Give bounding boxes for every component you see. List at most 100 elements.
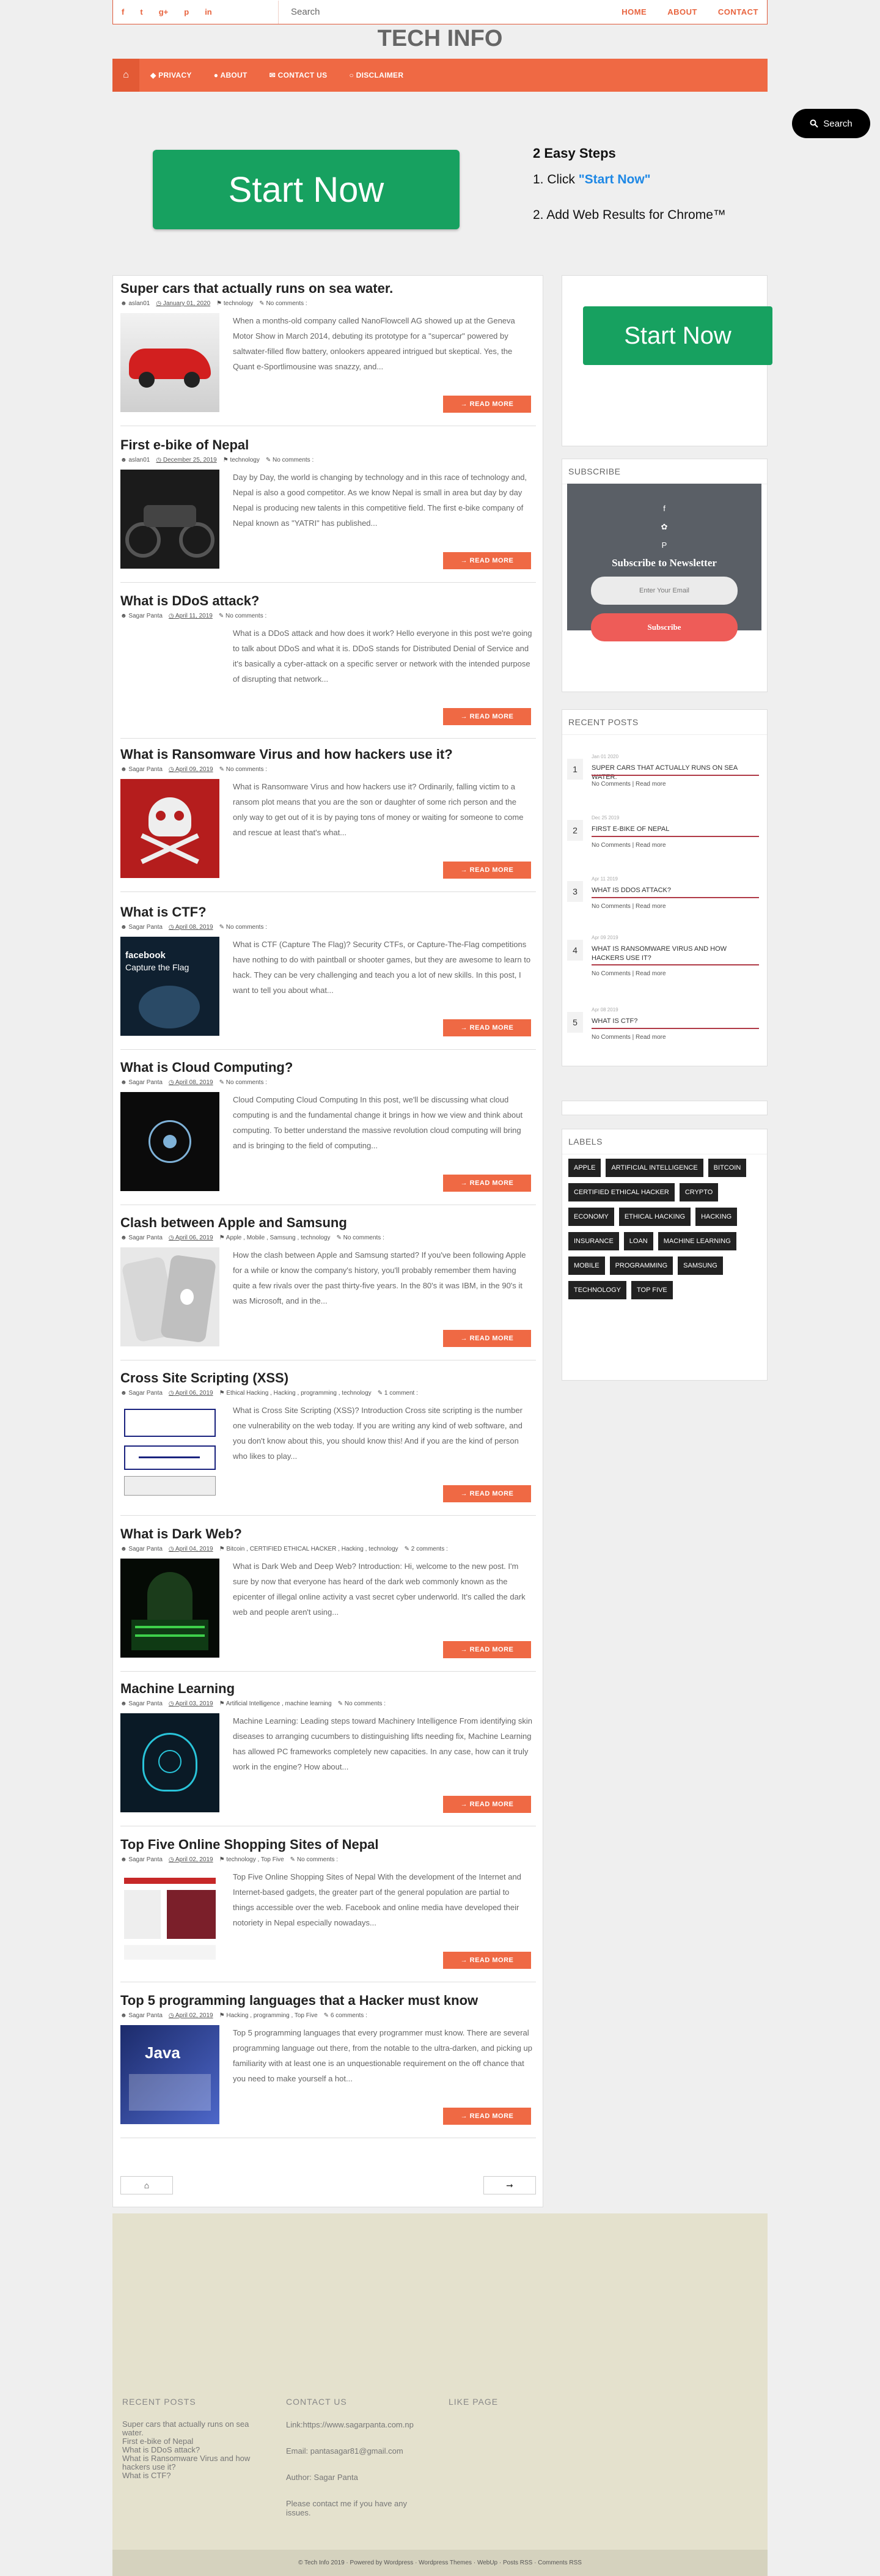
post-author[interactable]: ☻ Sagar Panta bbox=[120, 1700, 163, 1707]
post-thumbnail[interactable] bbox=[120, 779, 219, 878]
read-more-button[interactable]: → READ MORE bbox=[443, 1485, 531, 1502]
footer-contact-line[interactable]: Link:https://www.sagarpanta.com.np bbox=[286, 2420, 433, 2429]
post-tags[interactable]: ⚑ technology bbox=[223, 457, 260, 463]
post-thumbnail[interactable] bbox=[120, 470, 219, 569]
label-tag[interactable]: SAMSUNG bbox=[678, 1257, 723, 1275]
post-title[interactable]: What is Ransomware Virus and how hackers… bbox=[120, 747, 536, 762]
nav-home[interactable]: HOME bbox=[622, 7, 647, 17]
post-tags[interactable]: ⚑ technology bbox=[216, 300, 253, 307]
post-title[interactable]: Cross Site Scripting (XSS) bbox=[120, 1370, 536, 1386]
label-tag[interactable]: TECHNOLOGY bbox=[568, 1281, 626, 1299]
post-author[interactable]: ☻ Sagar Panta bbox=[120, 924, 163, 931]
post-thumbnail[interactable] bbox=[120, 1869, 219, 1968]
post-thumbnail[interactable] bbox=[120, 313, 219, 412]
post-date[interactable]: ◷ April 11, 2019 bbox=[169, 613, 213, 619]
nav-contact[interactable]: CONTACT bbox=[718, 7, 758, 17]
post-tags[interactable]: ⚑ Apple , Mobile , Samsung , technology bbox=[219, 1234, 331, 1241]
post-thumbnail[interactable] bbox=[120, 1247, 219, 1346]
read-more-button[interactable]: → READ MORE bbox=[443, 1330, 531, 1347]
label-tag[interactable]: MACHINE LEARNING bbox=[658, 1232, 736, 1250]
site-title[interactable]: TECH INFO bbox=[0, 26, 880, 52]
post-date[interactable]: ◷ April 02, 2019 bbox=[169, 2012, 213, 2019]
footer-contact-line[interactable]: Email: pantasagar81@gmail.com bbox=[286, 2446, 433, 2456]
start-now-button[interactable]: Start Now bbox=[153, 150, 460, 229]
pinterest-icon[interactable]: P bbox=[567, 536, 761, 555]
email-field[interactable]: Enter Your Email bbox=[591, 577, 738, 605]
pinterest-icon[interactable]: p bbox=[184, 7, 189, 17]
post-date[interactable]: ◷ January 01, 2020 bbox=[156, 300, 210, 307]
footer-recent-link[interactable]: Super cars that actually runs on sea wat… bbox=[122, 2420, 263, 2437]
post-date[interactable]: ◷ April 06, 2019 bbox=[169, 1234, 213, 1241]
top-search-input[interactable]: Search bbox=[278, 1, 622, 24]
post-thumbnail[interactable] bbox=[120, 1092, 219, 1191]
post-comments[interactable]: ✎ 2 comments : bbox=[405, 1546, 448, 1552]
label-tag[interactable]: CRYPTO bbox=[680, 1183, 718, 1201]
step-1-link[interactable]: "Start Now" bbox=[579, 172, 651, 186]
post-tags[interactable]: ⚑ Artificial Intelligence , machine lear… bbox=[219, 1700, 332, 1707]
post-title[interactable]: What is DDoS attack? bbox=[120, 593, 536, 609]
label-tag[interactable]: PROGRAMMING bbox=[610, 1257, 673, 1275]
post-author[interactable]: ☻ Sagar Panta bbox=[120, 1856, 163, 1863]
post-thumbnail[interactable]: Java bbox=[120, 2025, 219, 2124]
footer-recent-link[interactable]: First e-bike of Nepal bbox=[122, 2437, 263, 2446]
recent-post-links[interactable]: No Comments | Read more bbox=[592, 903, 666, 910]
post-comments[interactable]: ✎ 1 comment : bbox=[378, 1390, 418, 1397]
recent-post-links[interactable]: No Comments | Read more bbox=[592, 1034, 666, 1041]
post-title[interactable]: Super cars that actually runs on sea wat… bbox=[120, 281, 536, 297]
recent-post-title[interactable]: WHAT IS DDOS ATTACK? bbox=[592, 886, 759, 895]
post-date[interactable]: ◷ April 08, 2019 bbox=[169, 1079, 213, 1086]
twitter-icon[interactable]: ✿ bbox=[567, 518, 761, 536]
twitter-icon[interactable]: t bbox=[140, 7, 142, 17]
label-tag[interactable]: APPLE bbox=[568, 1159, 601, 1177]
recent-post-links[interactable]: No Comments | Read more bbox=[592, 781, 666, 788]
arrow-right-icon[interactable]: ➞ bbox=[483, 2176, 536, 2194]
post-title[interactable]: Top 5 programming languages that a Hacke… bbox=[120, 1993, 536, 2009]
post-thumbnail[interactable] bbox=[120, 1403, 219, 1502]
subscribe-button[interactable]: Subscribe bbox=[591, 613, 738, 641]
post-comments[interactable]: ✎ No comments : bbox=[219, 1079, 267, 1086]
label-tag[interactable]: TOP FIVE bbox=[631, 1281, 673, 1299]
recent-post-links[interactable]: No Comments | Read more bbox=[592, 970, 666, 977]
read-more-button[interactable]: → READ MORE bbox=[443, 1796, 531, 1813]
read-more-button[interactable]: → READ MORE bbox=[443, 396, 531, 413]
post-comments[interactable]: ✎ No comments : bbox=[219, 924, 267, 931]
facebook-icon[interactable]: f bbox=[567, 500, 761, 518]
post-comments[interactable]: ✎ No comments : bbox=[219, 613, 266, 619]
floating-search-button[interactable]: Search bbox=[792, 109, 870, 138]
post-tags[interactable]: ⚑ Hacking , programming , Top Five bbox=[219, 2012, 318, 2019]
read-more-button[interactable]: → READ MORE bbox=[443, 552, 531, 569]
post-comments[interactable]: ✎ No comments : bbox=[290, 1856, 338, 1863]
footer-recent-link[interactable]: What is CTF? bbox=[122, 2471, 263, 2480]
post-date[interactable]: ◷ December 25, 2019 bbox=[156, 457, 216, 463]
read-more-button[interactable]: → READ MORE bbox=[443, 1952, 531, 1969]
nav-about[interactable]: ABOUT bbox=[667, 7, 697, 17]
home-icon[interactable]: ⌂ bbox=[120, 2176, 173, 2194]
post-author[interactable]: ☻ aslan01 bbox=[120, 300, 150, 307]
post-comments[interactable]: ✎ No comments : bbox=[219, 766, 267, 773]
read-more-button[interactable]: → READ MORE bbox=[443, 2108, 531, 2125]
label-tag[interactable]: INSURANCE bbox=[568, 1232, 619, 1250]
post-date[interactable]: ◷ April 09, 2019 bbox=[169, 766, 213, 773]
recent-post-title[interactable]: SUPER CARS THAT ACTUALLY RUNS ON SEA WAT… bbox=[592, 764, 759, 782]
post-author[interactable]: ☻ Sagar Panta bbox=[120, 2012, 163, 2019]
label-tag[interactable]: ETHICAL HACKING bbox=[619, 1208, 691, 1226]
label-tag[interactable]: ARTIFICIAL INTELLIGENCE bbox=[606, 1159, 703, 1177]
label-tag[interactable]: HACKING bbox=[695, 1208, 737, 1226]
sidebar-start-now-button[interactable]: Start Now bbox=[583, 306, 772, 365]
recent-post-item[interactable]: 5Apr 08 2019WHAT IS CTF?No Comments | Re… bbox=[567, 1006, 763, 1055]
read-more-button[interactable]: → READ MORE bbox=[443, 1175, 531, 1192]
post-thumbnail[interactable]: facebookCapture the Flag bbox=[120, 937, 219, 1036]
footer-recent-link[interactable]: What is Ransomware Virus and how hackers… bbox=[122, 2454, 263, 2471]
post-comments[interactable]: ✎ No comments : bbox=[338, 1700, 386, 1707]
post-comments[interactable]: ✎ No comments : bbox=[259, 300, 307, 307]
post-author[interactable]: ☻ Sagar Panta bbox=[120, 1546, 163, 1552]
post-title[interactable]: What is Cloud Computing? bbox=[120, 1060, 536, 1076]
post-date[interactable]: ◷ April 04, 2019 bbox=[169, 1546, 213, 1552]
post-author[interactable]: ☻ Sagar Panta bbox=[120, 1234, 163, 1241]
post-date[interactable]: ◷ April 08, 2019 bbox=[169, 924, 213, 931]
read-more-button[interactable]: → READ MORE bbox=[443, 1019, 531, 1036]
post-date[interactable]: ◷ April 02, 2019 bbox=[169, 1856, 213, 1863]
recent-post-item[interactable]: 3Apr 11 2019WHAT IS DDOS ATTACK?No Comme… bbox=[567, 875, 763, 924]
label-tag[interactable]: ECONOMY bbox=[568, 1208, 614, 1226]
label-tag[interactable]: BITCOIN bbox=[708, 1159, 747, 1177]
